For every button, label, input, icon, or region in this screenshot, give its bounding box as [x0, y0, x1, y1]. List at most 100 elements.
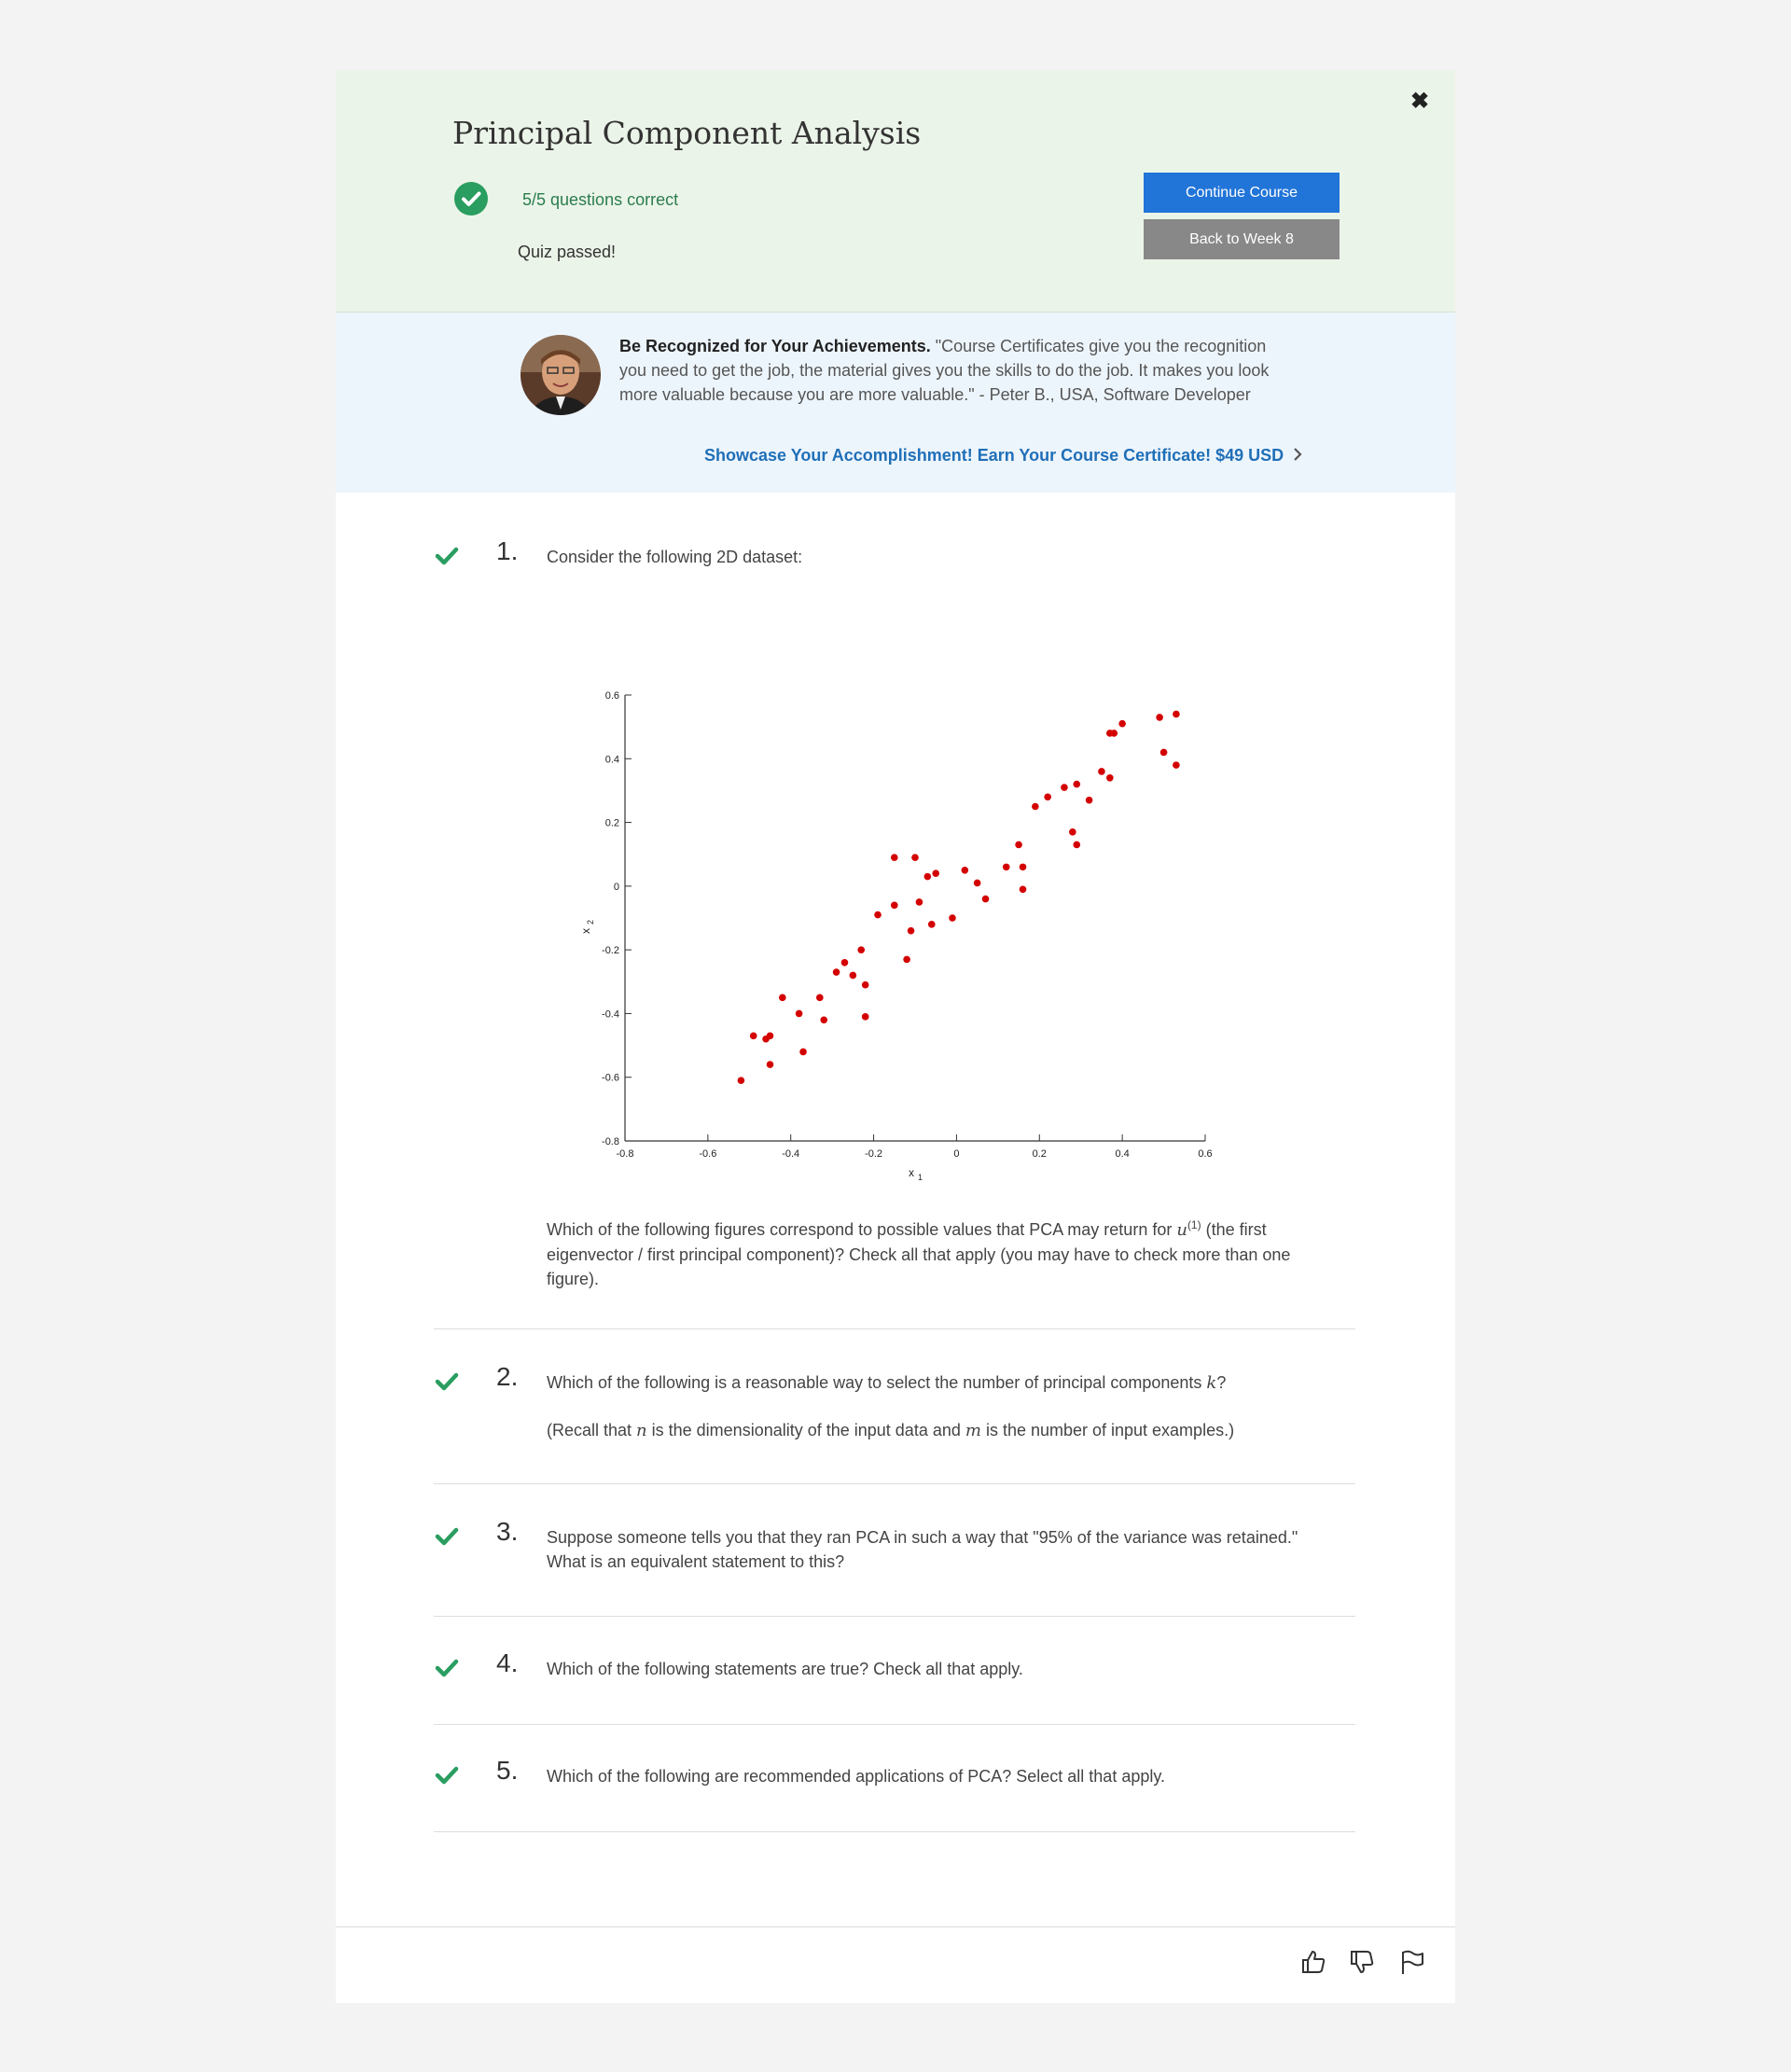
data-point	[857, 946, 866, 953]
data-point	[1173, 710, 1180, 718]
check-icon	[435, 1371, 459, 1392]
earn-certificate-link[interactable]: Showcase Your Accomplishment! Earn Your …	[704, 446, 1302, 466]
data-point	[861, 1013, 869, 1021]
y-tick-label: -0.4	[602, 1008, 619, 1020]
earn-certificate-link-label: Showcase Your Accomplishment! Earn Your …	[704, 446, 1284, 465]
chart-axes: -0.8 -0.6 -0.4 -0.2 0 0.2 0.4 0.6 -0.8 -0.6 -0.4 -0…	[579, 690, 1213, 1182]
data-point	[766, 1032, 774, 1040]
data-point	[890, 901, 898, 910]
score-text: 5/5 questions correct	[522, 190, 679, 209]
data-point	[1098, 768, 1105, 775]
chart-points	[737, 710, 1180, 1084]
data-point	[1173, 761, 1180, 769]
quiz-header: ✖ Principal Component Analysis 5/5 quest…	[336, 70, 1455, 313]
data-point	[973, 879, 981, 887]
check-icon	[435, 1526, 459, 1547]
data-point	[1019, 863, 1027, 871]
data-point	[799, 1048, 807, 1056]
data-point	[961, 866, 969, 874]
avatar	[521, 335, 601, 415]
note-part-b: is the dimensionality of the input data …	[646, 1421, 965, 1439]
data-point	[1015, 841, 1022, 849]
divider	[434, 1724, 1355, 1725]
data-point	[816, 994, 824, 1002]
question-note: (Recall that n is the dimensionality of …	[547, 1418, 1386, 1443]
footer-divider	[336, 1926, 1455, 1927]
data-point	[840, 959, 849, 966]
data-point	[923, 872, 932, 881]
data-point	[1069, 828, 1076, 836]
y-tick-label: 0.2	[605, 818, 619, 829]
question-number: 2.	[496, 1362, 519, 1391]
question-text: Suppose someone tells you that they ran …	[547, 1528, 1298, 1571]
divider	[434, 1616, 1355, 1617]
data-point	[1085, 796, 1093, 804]
data-point	[1073, 780, 1081, 788]
y-axis-label: x	[579, 928, 592, 934]
divider	[434, 1328, 1355, 1329]
x-tick-label: 0.2	[1033, 1148, 1047, 1160]
chevron-right-icon	[1293, 446, 1302, 466]
divider	[434, 1483, 1355, 1484]
data-point	[1159, 748, 1168, 757]
data-point	[1061, 784, 1068, 791]
data-point	[907, 926, 915, 935]
data-point	[766, 1061, 774, 1068]
data-point	[1044, 793, 1051, 801]
thumbs-up-icon[interactable]	[1299, 1948, 1327, 1976]
x-tick-label: -0.2	[865, 1148, 882, 1160]
data-point	[915, 898, 923, 906]
check-circle-icon	[454, 182, 488, 216]
check-icon	[435, 1658, 459, 1678]
data-point	[1110, 730, 1118, 737]
data-point	[820, 1016, 828, 1024]
data-point	[737, 1077, 745, 1084]
data-point	[874, 911, 882, 919]
quiz-status: Quiz passed!	[518, 243, 617, 261]
y-tick-label: 0.4	[605, 754, 619, 765]
question-1-prompt: Which of the following figures correspon…	[547, 1213, 1302, 1291]
data-point	[779, 994, 786, 1002]
y-tick-label: 0	[614, 882, 619, 893]
x-tick-label: -0.8	[617, 1148, 634, 1160]
data-point	[981, 895, 990, 903]
data-point	[1032, 802, 1039, 811]
x-tick-label: 0.4	[1115, 1148, 1129, 1160]
y-axis-label-subscript: 2	[586, 920, 595, 925]
y-tick-label: 0.6	[605, 690, 619, 702]
certificate-promo: Be Recognized for Your Achievements. "Co…	[336, 313, 1455, 493]
data-point	[932, 869, 940, 877]
quiz-title: Principal Component Analysis	[452, 115, 922, 151]
math-var-n: n	[636, 1421, 647, 1440]
x-tick-label: 0.6	[1198, 1148, 1212, 1160]
divider	[434, 1831, 1355, 1832]
close-button[interactable]: ✖	[1409, 90, 1431, 113]
data-point	[949, 914, 956, 922]
prompt-part-a: Which of the following figures correspon…	[547, 1220, 1177, 1239]
data-point	[1002, 863, 1010, 871]
data-point	[795, 1009, 803, 1018]
question-text: Which of the following is a reasonable w…	[547, 1370, 1386, 1396]
x-tick-label: 0	[953, 1148, 959, 1160]
math-var-k: k	[1206, 1373, 1217, 1393]
continue-course-button[interactable]: Continue Course	[1144, 173, 1340, 213]
text-part-a: Which of the following is a reasonable w…	[547, 1373, 1207, 1392]
question-text: Which of the following are recommended a…	[547, 1767, 1166, 1786]
quiz-result-card: ✖ Principal Component Analysis 5/5 quest…	[336, 70, 1455, 2003]
question-text: Consider the following 2D dataset:	[547, 548, 803, 566]
promo-heading: Be Recognized for Your Achievements.	[619, 337, 931, 355]
data-point	[749, 1032, 757, 1040]
y-tick-label: -0.8	[602, 1136, 619, 1147]
data-point	[1118, 719, 1126, 728]
promo-text: Be Recognized for Your Achievements. "Co…	[619, 334, 1272, 407]
text-part-b: ?	[1216, 1373, 1227, 1392]
thumbs-down-icon[interactable]	[1348, 1948, 1376, 1976]
data-point	[927, 921, 936, 928]
math-superscript: (1)	[1187, 1218, 1201, 1231]
data-point	[1019, 885, 1027, 894]
x-tick-label: -0.4	[782, 1148, 799, 1160]
question-number: 5.	[496, 1756, 519, 1785]
flag-icon[interactable]	[1397, 1948, 1425, 1976]
back-to-week-button[interactable]: Back to Week 8	[1144, 219, 1340, 259]
data-point	[1106, 773, 1114, 782]
